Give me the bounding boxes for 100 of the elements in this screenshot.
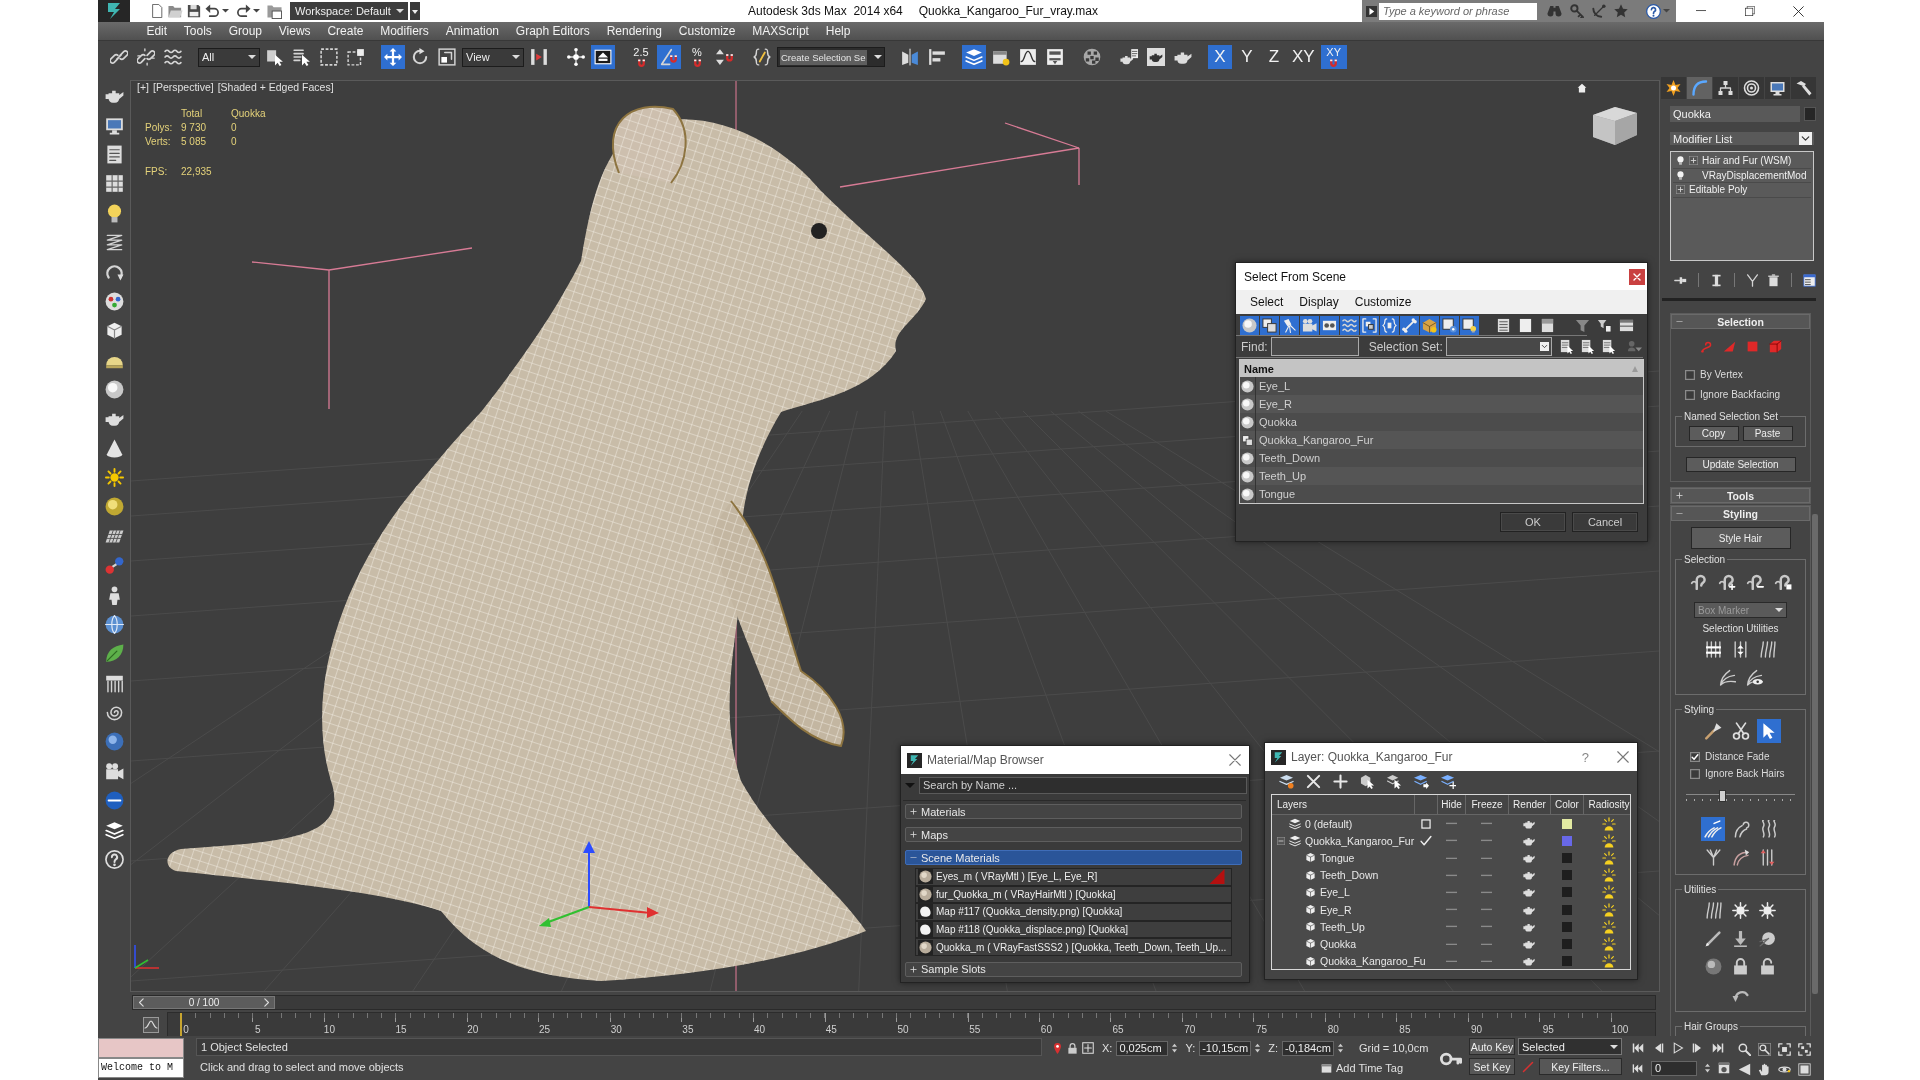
list-row[interactable]: Quokka_Kangaroo_Fur	[1240, 431, 1643, 449]
key-mode-dropdown[interactable]: Selected	[1518, 1038, 1622, 1055]
person-caret-icon[interactable]	[1626, 339, 1642, 354]
stack-item[interactable]: Hair and Fur (WSM)	[1673, 154, 1811, 169]
globe-icon[interactable]	[104, 614, 124, 634]
spiral-icon[interactable]	[104, 703, 124, 723]
column-header[interactable]: Color	[1550, 795, 1583, 814]
funnel-icon[interactable]	[1575, 318, 1590, 333]
skip-end-icon[interactable]	[1712, 1042, 1724, 1054]
menu-item[interactable]: Customize	[1346, 295, 1420, 309]
strand-ball-icon[interactable]	[1759, 930, 1776, 947]
strand-eye-icon[interactable]	[1745, 669, 1763, 686]
layers-cursor-icon[interactable]	[1387, 773, 1402, 789]
caret-icon[interactable]	[410, 2, 420, 20]
lamp-icon[interactable]	[1601, 954, 1616, 969]
curve-toggle-icon[interactable]	[143, 1016, 159, 1033]
lamp-icon[interactable]	[1601, 885, 1616, 900]
minimize-icon[interactable]	[1695, 10, 1706, 12]
plus-icon[interactable]	[1333, 773, 1348, 789]
frame-field[interactable]: 0	[1651, 1060, 1697, 1076]
dash-icon[interactable]	[1481, 873, 1492, 877]
maximize-icon[interactable]	[1798, 1062, 1811, 1076]
viewport-label[interactable]: [Perspective]	[152, 81, 214, 93]
spotlight-icon[interactable]	[1280, 316, 1299, 335]
set-key-button[interactable]: Set Key	[1469, 1058, 1515, 1075]
braces-icon[interactable]	[1380, 316, 1399, 335]
stack-item[interactable]: Editable Poly	[1673, 183, 1811, 198]
coordinate-field[interactable]: -10,15cm	[1199, 1040, 1252, 1056]
menu-item[interactable]: Graph Editors	[507, 22, 599, 40]
box-icon[interactable]	[104, 321, 124, 341]
menu-item[interactable]: Animation	[437, 22, 508, 40]
comb-icon[interactable]	[104, 673, 124, 693]
rollout-header[interactable]: Styling	[1671, 506, 1810, 521]
crosshair-box-icon[interactable]	[1082, 1042, 1094, 1054]
dots-disc-icon[interactable]	[104, 291, 124, 311]
checkbox[interactable]	[1685, 389, 1695, 400]
layers-sparkle-icon[interactable]	[1441, 773, 1456, 789]
chain-icon[interactable]	[110, 48, 128, 66]
menu-item[interactable]: Select	[1242, 295, 1292, 309]
teapot-icon[interactable]	[1523, 886, 1535, 899]
layers-arrow-icon[interactable]	[1414, 773, 1429, 789]
color-swatch-icon[interactable]	[1561, 818, 1572, 829]
axis-button[interactable]: X	[1208, 45, 1232, 69]
open-padlock-icon[interactable]	[1759, 958, 1776, 975]
help-icon[interactable]	[1646, 3, 1661, 19]
lamp-icon[interactable]	[1601, 833, 1616, 848]
bracket-squares-icon[interactable]	[1360, 316, 1379, 335]
material-item[interactable]: Eyes_m ( VRayMtl ) [Eye_L, Eye_R]	[915, 868, 1232, 886]
light-bulb-icon[interactable]	[1676, 156, 1685, 166]
dash-icon[interactable]	[1445, 839, 1457, 843]
window-bulb-icon[interactable]	[992, 48, 1010, 66]
fork-icon[interactable]	[1746, 273, 1759, 287]
scissors-icon[interactable]	[1731, 722, 1750, 740]
check-icon[interactable]	[1419, 834, 1432, 847]
page-cursor-icon[interactable]	[1558, 339, 1574, 354]
trash-icon[interactable]	[1767, 273, 1780, 287]
lamp-icon[interactable]	[1601, 868, 1616, 883]
dialog-button[interactable]: OK	[1500, 512, 1566, 532]
spinner-icon[interactable]	[1255, 1043, 1261, 1053]
strand-split-icon[interactable]	[1705, 849, 1722, 866]
snap-button[interactable]: %	[684, 45, 710, 69]
strand-arrows-icon[interactable]	[1732, 641, 1749, 658]
column-header[interactable]: Radiosity	[1583, 795, 1634, 814]
group-header[interactable]: Materials	[905, 804, 1242, 819]
circular-arrow-icon[interactable]	[411, 48, 429, 66]
dash-icon[interactable]	[1481, 942, 1492, 946]
columns-icon[interactable]	[1619, 318, 1634, 333]
menu-item[interactable]: Customize	[670, 22, 744, 40]
bulb-window-icon[interactable]	[1460, 316, 1479, 335]
checkbox[interactable]	[1685, 369, 1695, 380]
spinner-icon[interactable]	[1338, 1043, 1343, 1053]
layer-name[interactable]: 0 (default)	[1305, 817, 1353, 830]
sun-icon[interactable]	[104, 468, 124, 488]
dashed-square-icon[interactable]	[320, 48, 338, 66]
dialog-button[interactable]: Cancel	[1572, 512, 1638, 532]
list-cursor-icon[interactable]	[293, 48, 311, 66]
hook-plus-icon[interactable]	[1717, 572, 1736, 590]
list-row[interactable]: Eye_R	[1240, 395, 1643, 413]
crate-icon[interactable]	[1420, 316, 1439, 335]
time-tag-button[interactable]: Add Time Tag	[1336, 1062, 1404, 1074]
ball-icon[interactable]	[1705, 958, 1722, 975]
sphere-icon[interactable]	[104, 732, 124, 752]
group-header[interactable]: Scene Materials	[905, 850, 1242, 865]
snap-button[interactable]: XY	[1320, 45, 1347, 69]
play-icon[interactable]	[1672, 1042, 1684, 1054]
align-bars-icon[interactable]	[928, 48, 946, 66]
chevron-right-icon[interactable]	[262, 998, 271, 1007]
snap-button[interactable]: 2.5	[628, 45, 654, 69]
time-slider-thumb[interactable]: 0 / 100	[133, 996, 275, 1009]
grid-panel-icon[interactable]	[104, 174, 124, 194]
brush-icon[interactable]	[1703, 722, 1722, 740]
dash-icon[interactable]	[1445, 942, 1457, 946]
sphere-icon[interactable]	[1240, 316, 1259, 335]
box-cursor-icon[interactable]	[266, 48, 284, 66]
transform-gizmo[interactable]	[539, 841, 659, 927]
dashed-square-box-icon[interactable]	[347, 48, 365, 66]
close-icon[interactable]	[1629, 268, 1645, 285]
undo-arrow-icon[interactable]	[205, 3, 220, 19]
axis-button[interactable]: Y	[1235, 45, 1259, 69]
menu-item[interactable]: Views	[270, 22, 319, 40]
